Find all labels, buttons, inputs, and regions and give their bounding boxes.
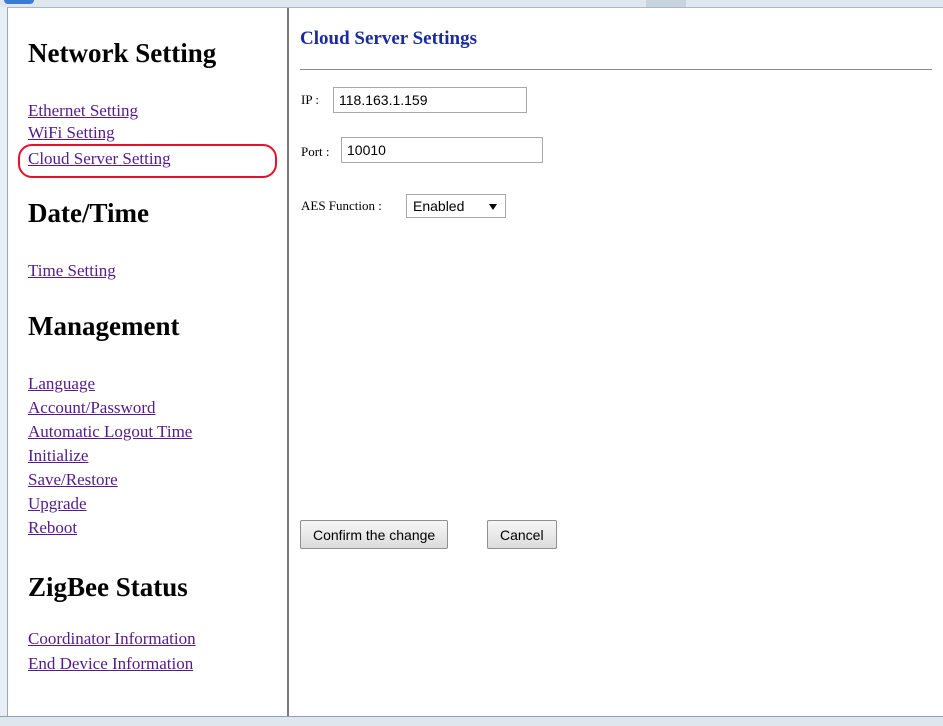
nav-link-automatic-logout-time[interactable]: Automatic Logout Time bbox=[28, 421, 192, 443]
aes-function-label: AES Function : bbox=[301, 198, 382, 213]
title-divider bbox=[300, 69, 932, 70]
aes-function-value: Enabled bbox=[413, 198, 465, 214]
cancel-button[interactable]: Cancel bbox=[487, 520, 557, 549]
nav-link-time-setting[interactable]: Time Setting bbox=[28, 260, 116, 282]
section-title-zigbee: ZigBee Status bbox=[28, 572, 188, 602]
nav-link-save-restore[interactable]: Save/Restore bbox=[28, 469, 118, 491]
section-title-datetime: Date/Time bbox=[28, 198, 149, 228]
browser-tab-mark bbox=[646, 0, 686, 7]
nav-link-account-password[interactable]: Account/Password bbox=[28, 397, 155, 419]
nav-link-initialize[interactable]: Initialize bbox=[28, 445, 88, 467]
nav-link-coordinator-information[interactable]: Coordinator Information bbox=[28, 628, 196, 650]
ip-input[interactable] bbox=[333, 87, 527, 113]
port-label: Port : bbox=[301, 144, 330, 159]
window-left-border bbox=[0, 7, 8, 726]
nav-link-wifi-setting[interactable]: WiFi Setting bbox=[28, 122, 115, 144]
content-pane: Cloud Server Settings IP : Port : AES Fu… bbox=[289, 8, 943, 716]
page-title: Cloud Server Settings bbox=[300, 28, 477, 49]
chevron-down-icon bbox=[489, 204, 497, 210]
confirm-change-button[interactable]: Confirm the change bbox=[300, 520, 449, 549]
sidebar-nav: Network Setting Ethernet Setting WiFi Se… bbox=[8, 8, 289, 716]
window-bottom-border bbox=[0, 716, 943, 726]
nav-link-reboot[interactable]: Reboot bbox=[28, 517, 77, 539]
browser-top-strip bbox=[0, 0, 943, 8]
browser-tab-accent bbox=[4, 0, 34, 4]
ip-label: IP : bbox=[301, 92, 319, 107]
nav-link-ethernet-setting[interactable]: Ethernet Setting bbox=[28, 100, 138, 122]
port-input[interactable] bbox=[341, 137, 543, 163]
nav-link-language[interactable]: Language bbox=[28, 373, 95, 395]
aes-function-select[interactable]: Enabled bbox=[406, 194, 506, 218]
section-title-management: Management bbox=[28, 311, 180, 341]
nav-link-upgrade[interactable]: Upgrade bbox=[28, 493, 87, 515]
highlight-annotation-oval bbox=[18, 144, 277, 178]
nav-link-end-device-information[interactable]: End Device Information bbox=[28, 653, 193, 675]
section-title-network: Network Setting bbox=[28, 38, 217, 68]
